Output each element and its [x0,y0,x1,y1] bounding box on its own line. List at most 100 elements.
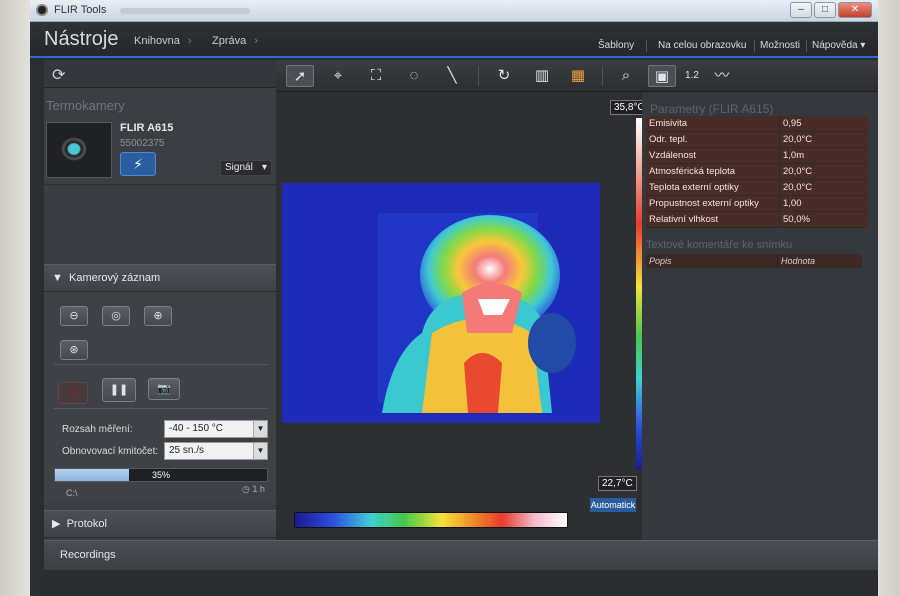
menu-separator [646,40,647,52]
zoom-in-button[interactable]: ⊕ [144,306,172,326]
circle-icon: ◌ [409,67,419,84]
progress-text: 35% [151,470,170,480]
duration: ◷ 1 h [242,484,265,495]
maximize-button[interactable]: □ [814,2,836,18]
thermal-image[interactable] [282,183,600,423]
comments-col-value[interactable]: Hodnota [778,254,862,268]
cursor-arrow-icon: ➚ [293,68,307,85]
crosshair-circle-icon: ⊛ [69,344,79,356]
protocol-section-header[interactable]: ▶ Protokol [44,510,276,538]
nav-report[interactable]: Zpráva › [212,35,258,47]
param-value[interactable]: 1,0m [780,148,868,163]
comments-table-header: Popis Hodnota [646,254,862,268]
param-key: Emisivita [646,116,780,131]
right-pane: Parametry (FLIR A615) Emisivita 0,95 Odr. … [642,92,878,596]
close-button[interactable]: ✕ [838,2,872,18]
circle-tool[interactable]: ◌ [400,65,428,87]
left-pane-toolbar: ⟳ [44,60,276,88]
image-view-tab[interactable]: ▣ [648,65,676,87]
camera-thumbnail[interactable] [46,122,112,178]
compare-view-tab[interactable]: 1.2 [678,65,706,87]
connect-button[interactable]: ⚡ [120,152,156,176]
plot-view-tab[interactable]: 〰 [708,65,736,87]
camera-name: FLIR A615 [120,122,174,134]
nav-library-label: Knihovna [134,35,180,47]
rotate-icon: ↻ [497,67,511,84]
auto-scale-button[interactable]: Automatick [590,498,636,512]
left-pane: ⟳ Termokamery FLIR A615 55002375 ⚡ Signá… [44,60,276,596]
pointer-tool[interactable]: ➚ [286,65,314,87]
pause-button[interactable]: ❚❚ [102,378,136,402]
zoom-tool[interactable]: ⌕ [612,65,640,87]
app-logo-icon [36,4,48,16]
target-circle-icon: ◎ [111,310,121,322]
rate-select[interactable]: 25 sn./s ▼ [164,442,268,460]
param-row[interactable]: Odr. tepl. 20,0°C [646,132,868,148]
comments-col-description[interactable]: Popis [646,254,778,268]
menu-separator [754,40,755,52]
signal-dropdown[interactable]: Signál ▾ [220,160,272,176]
record-button[interactable]: ● [58,382,88,404]
camera-serial: 55002375 [120,138,165,149]
line-tool[interactable]: ╲ [438,65,466,87]
zoom-out-button[interactable]: ⊖ [60,306,88,326]
min-temp-label[interactable]: 22,7°C [598,476,637,491]
window-controls: – □ ✕ [790,2,872,18]
storage-progress: 35% [54,468,268,482]
param-key: Relativní vlhkost [646,212,780,227]
chevron-down-icon: ▼ [253,443,267,459]
menu-options[interactable]: Možnosti [760,40,800,51]
chevron-right-icon: ▶ [52,518,61,530]
toolbar-separator [602,66,603,86]
divider [54,364,268,365]
param-value[interactable]: 20,0°C [780,164,868,179]
numbers-icon: 1.2 [685,70,699,81]
storage-path: C:\ [66,488,78,498]
protocol-title: Protokol [66,518,107,530]
spot-tool[interactable]: ⌖ [324,65,352,87]
param-value[interactable]: 20,0°C [780,180,868,195]
recordings-section-header[interactable]: Recordings [44,540,878,570]
param-value[interactable]: 20,0°C [780,132,868,147]
focus-button[interactable]: ⊛ [60,340,88,360]
palette-icon: ▥ [534,67,550,84]
param-row[interactable]: Teplota externí optiky 20,0°C [646,180,868,196]
param-row[interactable]: Relativní vlhkost 50,0% [646,212,868,228]
range-label: Rozsah měření: [62,424,133,435]
menu-bar: Nástroje Knihovna › Zpráva › Šablony Na ce… [30,22,878,58]
recording-section-header[interactable]: ▼ Kamerový záznam [44,264,276,292]
snapshot-button[interactable]: 📷 [148,378,180,400]
param-key: Vzdálenost [646,148,780,163]
param-value[interactable]: 50,0% [780,212,868,227]
param-value[interactable]: 0,95 [780,116,868,131]
clock-icon: ◷ [242,484,250,494]
color-grid-icon: ▦ [570,67,586,84]
menu-fullscreen[interactable]: Na celou obrazovku [658,40,746,51]
nav-library[interactable]: Knihovna › [134,35,192,47]
record-icon: ● [69,386,77,400]
menu-separator [806,40,807,52]
chevron-right-icon: › [187,35,192,47]
recording-title: Kamerový záznam [69,272,161,284]
color-grid-tool[interactable]: ▦ [564,65,592,87]
param-row[interactable]: Emisivita 0,95 [646,116,868,132]
rotate-tool[interactable]: ↻ [490,65,518,87]
param-row[interactable]: Atmosférická teplota 20,0°C [646,164,868,180]
signal-label: Signál [225,162,253,173]
param-row[interactable]: Vzdálenost 1,0m [646,148,868,164]
param-row[interactable]: Propustnost externí optiky 1,00 [646,196,868,212]
zoom-fit-button[interactable]: ◎ [102,306,130,326]
minimize-button[interactable]: – [790,2,812,18]
rate-label: Obnovovací kmitočet: [62,446,159,457]
palette-tool[interactable]: ▥ [528,65,556,87]
param-key: Propustnost externí optiky [646,196,780,211]
refresh-icon[interactable]: ⟳ [52,65,65,85]
param-value[interactable]: 1,00 [780,196,868,211]
title-bar: FLIR Tools – □ ✕ [30,0,878,22]
range-select[interactable]: -40 - 150 °C ▼ [164,420,268,438]
box-tool[interactable]: ⛶ [362,65,390,87]
palette-range-bar[interactable] [294,512,568,528]
menu-help[interactable]: Nápověda ▾ [812,40,865,51]
menu-templates[interactable]: Šablony [598,40,634,51]
brand-title[interactable]: Nástroje [44,28,118,51]
